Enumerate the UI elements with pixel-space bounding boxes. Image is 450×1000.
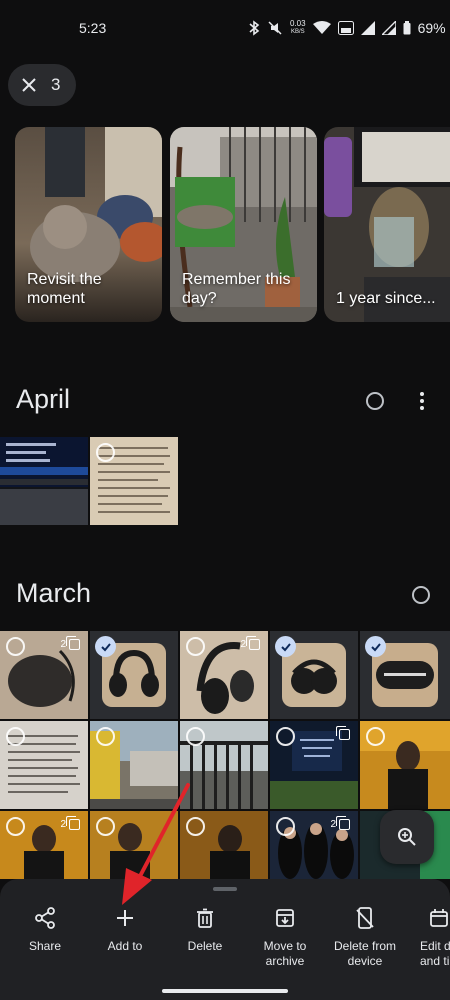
volte-icon xyxy=(337,21,354,35)
select-circle[interactable] xyxy=(96,443,115,462)
delete-from-device-label: Delete from device xyxy=(333,939,397,968)
april-more-button[interactable] xyxy=(412,392,432,412)
add-to-button[interactable]: Add to xyxy=(85,903,165,954)
selected-check-icon[interactable] xyxy=(275,636,296,657)
selection-chip: 3 xyxy=(8,64,76,106)
section-title-april: April xyxy=(16,384,71,414)
select-circle[interactable] xyxy=(186,727,205,746)
photo-tile[interactable] xyxy=(360,721,450,809)
plus-icon xyxy=(117,910,133,926)
edit-date-time-label: Edit d and ti xyxy=(420,939,450,968)
share-label: Share xyxy=(28,939,62,953)
memory-label: Revisit the moment xyxy=(27,271,102,307)
stack-badge: 2 xyxy=(330,816,350,830)
delete-button[interactable]: Delete xyxy=(165,903,245,954)
move-to-archive-button[interactable]: Move to archive xyxy=(245,903,325,969)
zoom-in-icon xyxy=(398,828,416,846)
stack-icon xyxy=(246,636,260,650)
select-circle[interactable] xyxy=(186,637,205,656)
select-march-circle[interactable] xyxy=(412,586,430,604)
bluetooth-icon xyxy=(249,20,260,36)
select-circle[interactable] xyxy=(96,727,115,746)
section-title-march: March xyxy=(16,578,92,608)
photo-tile[interactable] xyxy=(0,437,88,525)
mute-icon xyxy=(268,21,282,35)
photo-tile[interactable]: 2 xyxy=(0,631,88,719)
status-bar: 5:23 0.03 KB/S 69% xyxy=(0,0,450,56)
wifi-icon xyxy=(312,21,331,34)
select-circle[interactable] xyxy=(6,817,25,836)
photo-tile[interactable]: 2 xyxy=(0,811,88,879)
annotation-arrow-icon xyxy=(122,783,190,905)
select-circle[interactable] xyxy=(276,727,295,746)
delete-label: Delete xyxy=(187,939,223,953)
photo-tile[interactable] xyxy=(90,437,178,525)
more-dot-icon xyxy=(420,406,424,410)
move-to-archive-label: Move to archive xyxy=(263,939,307,968)
close-selection-button[interactable] xyxy=(15,71,43,99)
share-button[interactable]: Share xyxy=(5,903,85,954)
memory-card[interactable]: 1 year since... xyxy=(324,127,450,322)
calendar-edit-icon xyxy=(430,909,448,927)
sheet-drag-handle[interactable] xyxy=(213,887,237,891)
stack-icon xyxy=(66,636,80,650)
bottom-action-sheet: Share Add to Delete Move to archive Dele… xyxy=(0,879,450,1000)
memory-card[interactable]: Remember this day? xyxy=(170,127,317,322)
stack-badge: 2 xyxy=(240,636,260,650)
select-circle[interactable] xyxy=(6,637,25,656)
delete-device-icon xyxy=(356,907,374,929)
zoom-button[interactable] xyxy=(380,810,434,864)
photo-tile[interactable]: 2 xyxy=(270,811,358,879)
status-time: 5:23 xyxy=(79,20,107,36)
add-to-label: Add to xyxy=(107,939,143,953)
stack-badge: 2 xyxy=(60,816,80,830)
photo-tile[interactable] xyxy=(270,721,358,809)
share-icon xyxy=(35,907,55,929)
memory-card[interactable]: Revisit the moment xyxy=(15,127,162,322)
more-dot-icon xyxy=(420,392,424,396)
stack-badge: 2 xyxy=(60,636,80,650)
stack-icon xyxy=(336,726,350,740)
memory-label: Remember this day? xyxy=(182,271,291,307)
select-circle[interactable] xyxy=(366,727,385,746)
photo-tile[interactable] xyxy=(0,721,88,809)
photo-laptop-screen xyxy=(0,437,88,525)
delete-from-device-button[interactable]: Delete from device xyxy=(325,903,405,969)
close-icon xyxy=(22,78,36,92)
archive-icon xyxy=(276,909,294,927)
edit-date-time-button[interactable]: Edit d and ti xyxy=(405,903,450,969)
stack-icon xyxy=(66,816,80,830)
photo-tile-selected[interactable] xyxy=(360,631,450,719)
signal-icon xyxy=(360,21,375,35)
status-icons: 0.03 KB/S 69% xyxy=(248,18,446,38)
selected-check-icon[interactable] xyxy=(95,636,116,657)
stack-icon xyxy=(336,816,350,830)
gesture-nav-bar[interactable] xyxy=(162,989,288,993)
trash-icon xyxy=(197,908,213,928)
photo-tile-selected[interactable] xyxy=(270,631,358,719)
signal-2-icon xyxy=(381,21,396,35)
select-circle[interactable] xyxy=(6,727,25,746)
network-speed: 0.03 KB/S xyxy=(290,19,306,36)
photo-tile-selected[interactable] xyxy=(90,631,178,719)
battery-icon xyxy=(403,21,411,35)
memory-label: 1 year since... xyxy=(336,290,436,307)
select-circle[interactable] xyxy=(276,817,295,836)
more-dot-icon xyxy=(420,399,424,403)
photo-tile[interactable]: 2 xyxy=(180,631,268,719)
battery-percent: 69% xyxy=(417,20,446,36)
selected-check-icon[interactable] xyxy=(365,636,386,657)
select-april-circle[interactable] xyxy=(366,392,384,410)
selected-count: 3 xyxy=(51,75,61,94)
stack-badge xyxy=(336,726,350,740)
